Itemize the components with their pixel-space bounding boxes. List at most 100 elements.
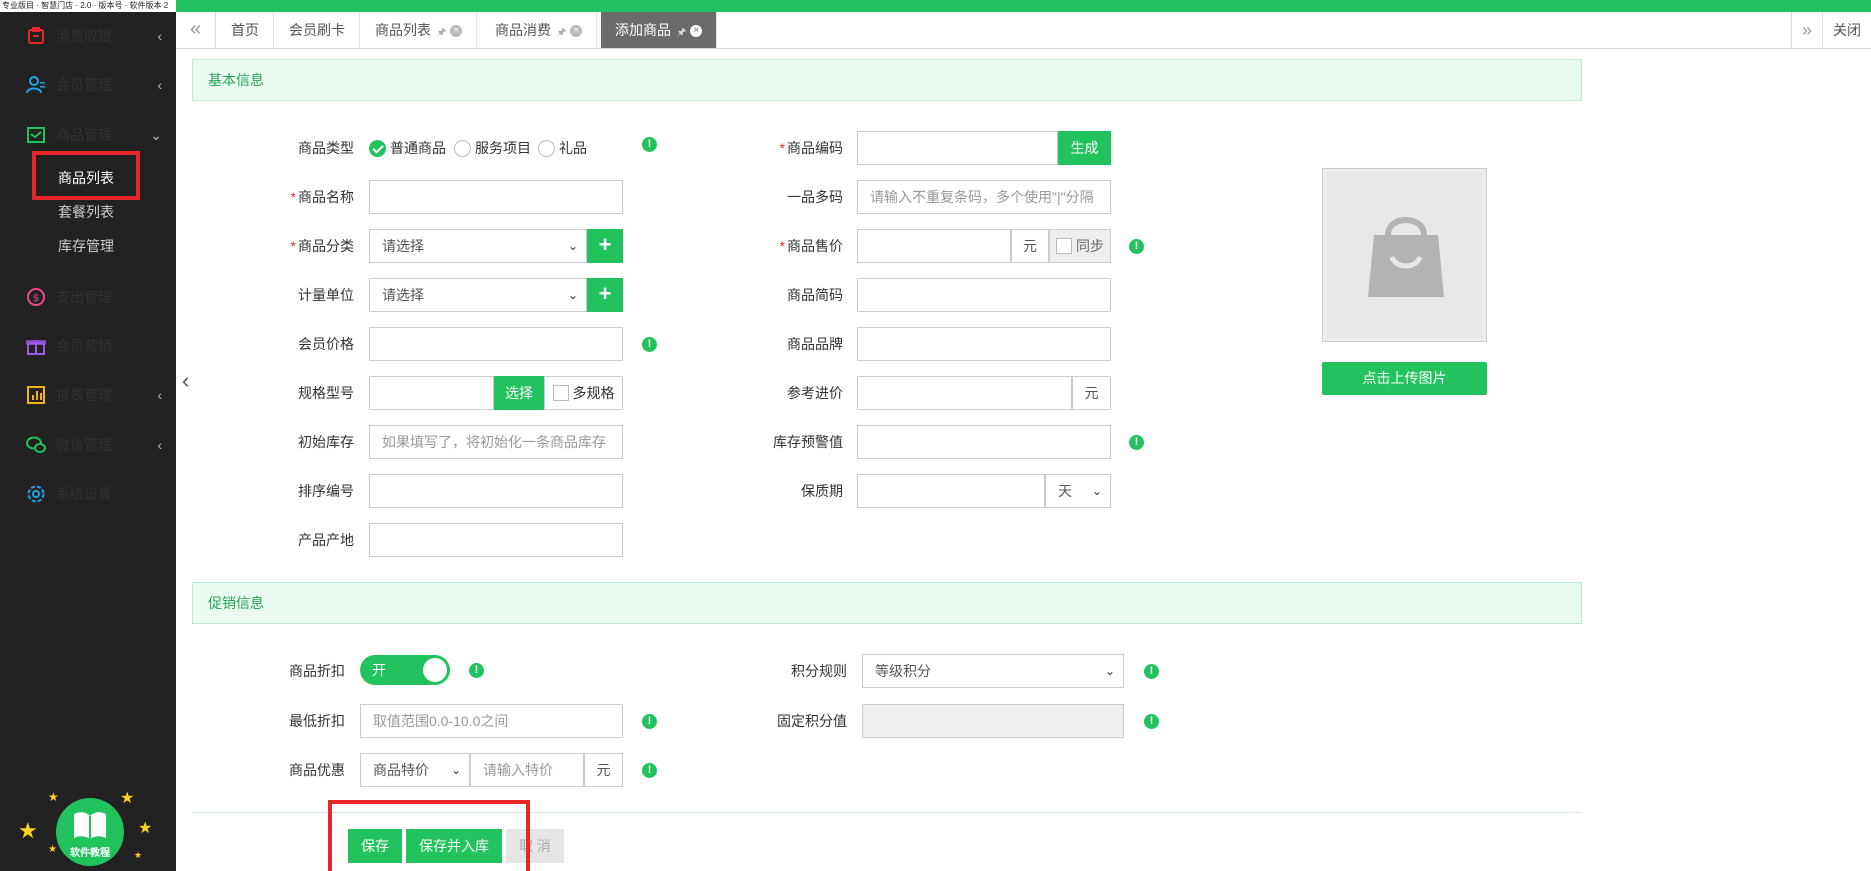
info-icon[interactable]: ! [642, 714, 657, 729]
points-rule-select[interactable]: 等级积分 ⌄ [862, 654, 1124, 688]
discount-toggle[interactable]: 开 [360, 655, 450, 685]
close-icon[interactable]: × [450, 25, 463, 38]
label-offer: 商品优惠 [289, 762, 345, 778]
tutorial-button[interactable]: 软件教程 [56, 798, 124, 866]
info-icon[interactable]: ! [1144, 714, 1159, 729]
tab-add-product[interactable]: 添加商品 🖈 × [601, 12, 718, 48]
label-fixed-points: 固定积分值 [777, 713, 847, 729]
book-icon [74, 812, 106, 839]
pin-icon[interactable]: 🖈 [557, 27, 566, 38]
label-category: * 商品分类 [290, 238, 354, 254]
tabs-scroll-left-button[interactable]: « [176, 12, 216, 48]
tab-product-list[interactable]: 商品列表 🖈 × [361, 12, 478, 48]
info-icon[interactable]: ! [642, 137, 657, 152]
ref-price-unit: 元 [1072, 376, 1111, 410]
shelf-life-unit-select[interactable]: 天 ⌄ [1045, 474, 1111, 508]
add-category-button[interactable]: + [587, 229, 623, 263]
product-code-input[interactable] [857, 131, 1058, 165]
star-icon: ★ [134, 850, 143, 860]
sidebar-item-expense[interactable]: $ 支出管理 [0, 278, 176, 316]
sidebar-item-label: 会员营销 [56, 338, 112, 354]
radio-gift[interactable]: 礼品 [538, 138, 587, 158]
radio-normal-product[interactable]: 普通商品 [369, 138, 446, 158]
sidebar-subitem-stock[interactable]: 库存管理 [58, 236, 114, 256]
tabs-right-controls: » 关闭 [1790, 12, 1871, 48]
ref-price-input[interactable] [857, 376, 1072, 410]
label-member-price: 会员价格 [298, 336, 354, 352]
tab-home[interactable]: 首页 [217, 12, 274, 48]
sidebar-item-label: 微信管理 [56, 437, 112, 453]
short-code-input[interactable] [857, 278, 1111, 312]
info-icon[interactable]: ! [1129, 239, 1144, 254]
init-stock-input[interactable] [369, 425, 623, 459]
product-name-input[interactable] [369, 180, 623, 214]
label-sale-price: * 商品售价 [779, 238, 843, 254]
chevron-left-icon: ‹ [157, 28, 162, 44]
chevron-down-icon: ⌄ [1091, 484, 1102, 498]
radio-icon [538, 139, 555, 157]
sidebar-item-wechat[interactable]: 微信管理 ‹ [0, 426, 176, 464]
info-icon[interactable]: ! [1129, 435, 1144, 450]
tabs-scroll-right-button[interactable]: » [1790, 12, 1822, 48]
offer-price-input[interactable] [470, 753, 584, 787]
brand-input[interactable] [857, 327, 1111, 361]
checkbox-icon [552, 385, 569, 401]
pin-icon[interactable]: 🖈 [437, 27, 446, 38]
upload-image-button[interactable]: 点击上传图片 [1322, 362, 1487, 395]
label-multi-code: 一品多码 [787, 189, 843, 205]
sale-price-input[interactable] [857, 229, 1011, 263]
member-price-input[interactable] [369, 327, 623, 361]
star-icon: ★ [138, 820, 153, 837]
tabs-close-button[interactable]: 关闭 [1822, 12, 1871, 48]
info-icon[interactable]: ! [469, 663, 484, 678]
generate-code-button[interactable]: 生成 [1058, 131, 1111, 165]
radio-checked-icon [369, 139, 386, 157]
product-image-placeholder [1322, 168, 1487, 342]
multi-code-input[interactable] [857, 180, 1111, 214]
highlight-box-product-list [32, 151, 140, 200]
sidebar-item-consume[interactable]: 消费收银 ‹ [0, 17, 176, 55]
sidebar-item-product[interactable]: 商品管理 ⌄ [0, 116, 176, 154]
product-icon [27, 127, 45, 143]
select-spec-button[interactable]: 选择 [494, 376, 544, 410]
offer-type-select[interactable]: 商品特价 ⌄ [360, 753, 470, 787]
multi-spec-checkbox[interactable]: 多规格 [544, 376, 623, 410]
shelf-life-input[interactable] [857, 474, 1045, 508]
radio-service-item[interactable]: 服务项目 [454, 138, 531, 158]
chevron-left-icon: ‹ [157, 77, 162, 93]
info-icon[interactable]: ! [642, 337, 657, 352]
close-icon[interactable]: × [570, 25, 583, 38]
tab-member-card[interactable]: 会员刷卡 [275, 12, 360, 48]
sidebar-item-report[interactable]: 报表管理 ‹ [0, 376, 176, 414]
unit-select[interactable]: 请选择 ⌄ [369, 278, 587, 312]
fixed-points-input[interactable] [862, 704, 1124, 738]
sidebar-subitem-package-list[interactable]: 套餐列表 [58, 202, 114, 222]
stock-alert-input[interactable] [857, 425, 1111, 459]
label-points-rule: 积分规则 [791, 663, 847, 679]
gear-icon [27, 485, 45, 503]
sidebar-item-marketing[interactable]: 会员营销 [0, 327, 176, 365]
sidebar-item-member[interactable]: 会员管理 ‹ [0, 66, 176, 104]
category-select[interactable]: 请选择 ⌄ [369, 229, 587, 263]
close-icon[interactable]: × [690, 25, 703, 38]
pin-icon[interactable]: 🖈 [677, 27, 686, 38]
chevron-left-icon[interactable]: ‹ [182, 368, 189, 394]
add-unit-button[interactable]: + [587, 278, 623, 312]
sidebar-item-label: 报表管理 [56, 387, 112, 403]
tabs-bar: « 首页 会员刷卡 商品列表 🖈 × 商品消费 🖈 × 添加商品 🖈 × » 关闭 [176, 12, 1871, 49]
label-spec: 规格型号 [298, 385, 354, 401]
min-discount-input[interactable] [360, 704, 623, 738]
info-icon[interactable]: ! [1144, 664, 1159, 679]
sort-no-input[interactable] [369, 474, 623, 508]
sidebar: 消费收银 ‹ 会员管理 ‹ 商品管理 ⌄ 商品列表 套餐列表 库存管理 $ 支出… [0, 12, 176, 871]
info-icon[interactable]: ! [642, 763, 657, 778]
sidebar-item-settings[interactable]: 系统设置 [0, 475, 176, 513]
origin-input[interactable] [369, 523, 623, 557]
spec-input[interactable] [369, 376, 494, 410]
star-icon: ★ [48, 790, 59, 804]
tab-product-consume[interactable]: 商品消费 🖈 × [481, 12, 598, 48]
label-product-name: * 商品名称 [290, 189, 354, 205]
sync-checkbox[interactable]: 同步 [1049, 229, 1111, 263]
sidebar-item-label: 商品管理 [56, 127, 112, 143]
label-discount: 商品折扣 [289, 663, 345, 679]
